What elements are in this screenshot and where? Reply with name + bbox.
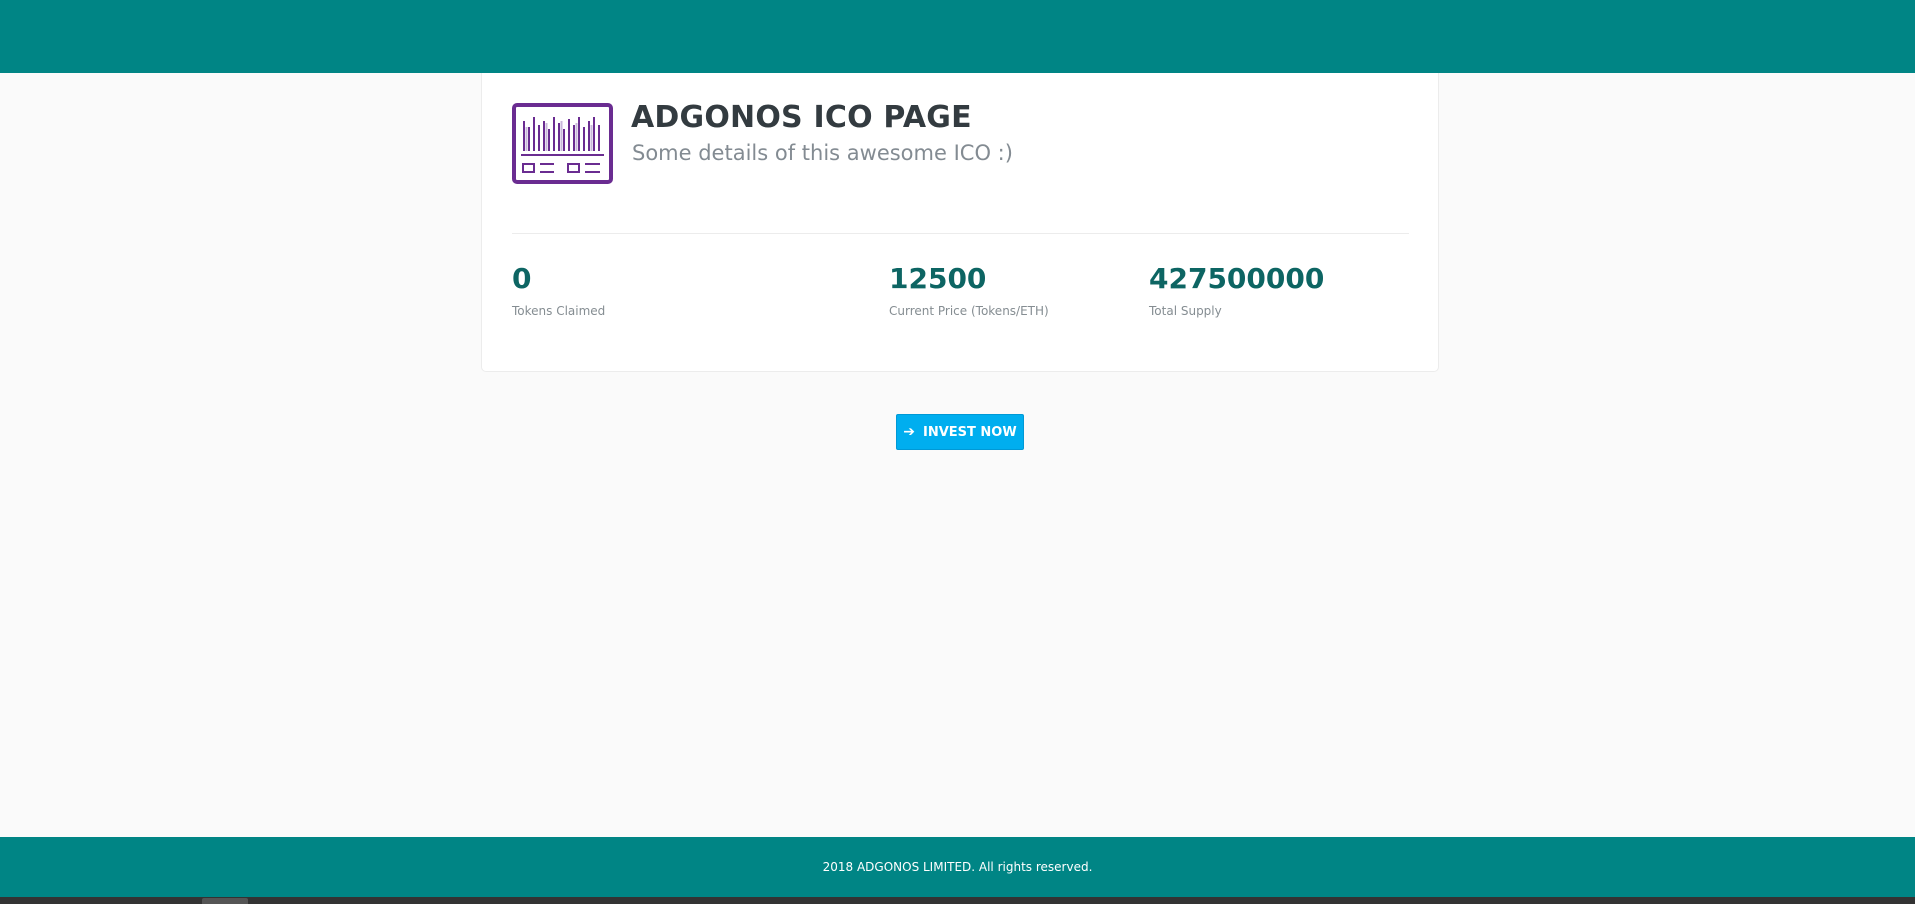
stat-total-supply: 427500000 Total Supply <box>1149 262 1324 318</box>
copyright-text: 2018 ADGONOS LIMITED. All rights reserve… <box>822 860 1093 874</box>
stat-value: 0 <box>512 262 532 295</box>
footer: 2018 ADGONOS LIMITED. All rights reserve… <box>0 837 1915 897</box>
stat-label: Total Supply <box>1149 304 1222 318</box>
top-header-bar <box>0 0 1915 73</box>
ico-details-card: ADGONOS ICO PAGE Some details of this aw… <box>481 73 1439 372</box>
invest-now-button[interactable]: ➔ INVEST NOW <box>896 414 1024 450</box>
bottom-strip <box>0 897 1915 904</box>
stat-label: Current Price (Tokens/ETH) <box>889 304 1049 318</box>
bottom-strip-tab <box>202 898 248 904</box>
barcode-ticket-icon <box>512 103 613 184</box>
divider <box>512 233 1409 234</box>
invest-now-label: INVEST NOW <box>923 424 1017 440</box>
stat-label: Tokens Claimed <box>512 304 606 318</box>
stat-value: 427500000 <box>1149 262 1325 295</box>
page-title: ADGONOS ICO PAGE <box>631 100 972 135</box>
stat-value: 12500 <box>889 262 987 295</box>
stat-current-price: 12500 Current Price (Tokens/ETH) <box>889 262 1049 318</box>
stat-tokens-claimed: 0 Tokens Claimed <box>512 262 605 318</box>
arrow-right-icon: ➔ <box>903 424 916 440</box>
page-subtitle: Some details of this awesome ICO :) <box>632 141 1013 165</box>
